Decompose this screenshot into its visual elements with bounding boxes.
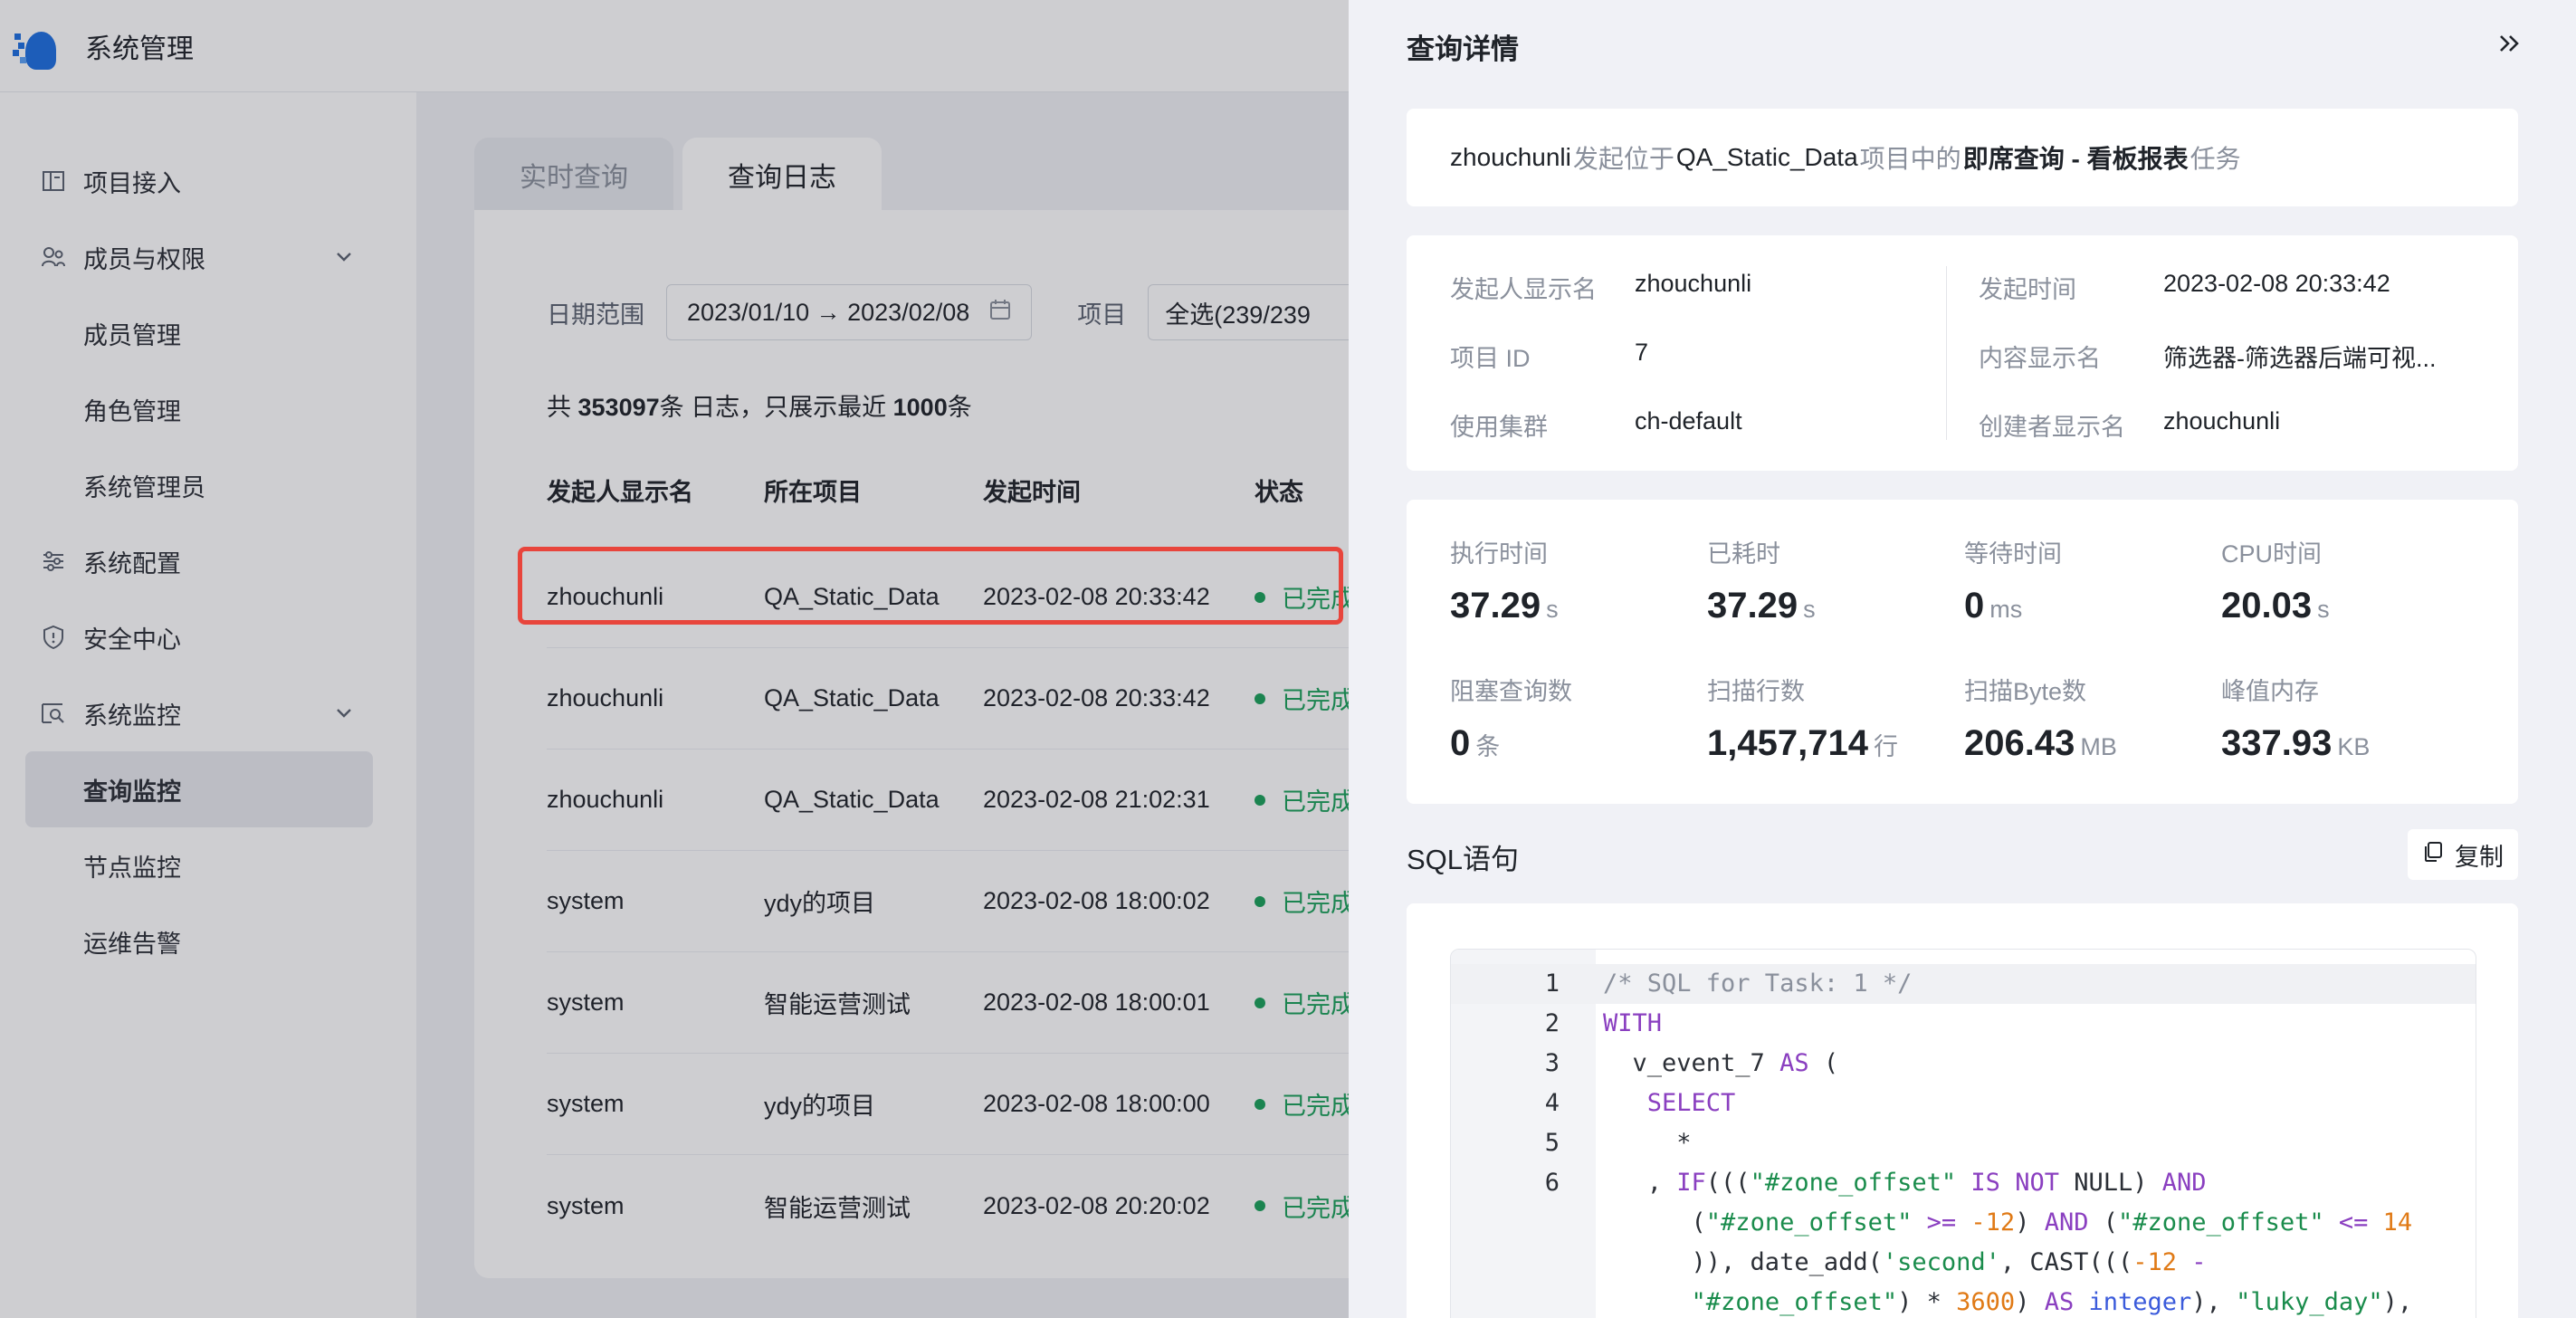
line-number: 6 bbox=[1544, 1169, 1560, 1197]
stat-value: 0 bbox=[1450, 723, 1471, 763]
code-line: )), date_add('second', CAST(((-12 - bbox=[1451, 1243, 2476, 1283]
meta-label: 项目 ID bbox=[1450, 345, 1531, 372]
meta-label: 使用集群 bbox=[1450, 414, 1548, 441]
sql-code-editor[interactable]: 1 /* SQL for Task: 1 */ 2 WITH 3 v_event_7… bbox=[1450, 949, 2476, 1318]
meta-value: 2023-02-08 20:33:42 bbox=[2163, 270, 2390, 297]
code-line: 5 * bbox=[1451, 1123, 2476, 1163]
stat-label: 扫描Byte数 bbox=[1964, 678, 2087, 705]
stat-value: 0 bbox=[1964, 586, 1985, 626]
stat-value: 20.03 bbox=[2221, 586, 2313, 626]
meta-label: 内容显示名 bbox=[1979, 345, 2101, 372]
code-line: 2 WITH bbox=[1451, 1004, 2476, 1044]
stat-value: 37.29 bbox=[1707, 586, 1798, 626]
sql-section-title: SQL语句 bbox=[1407, 844, 1520, 875]
info-user: zhouchunli bbox=[1450, 143, 1571, 171]
info-task: 即席查询 - 看板报表 bbox=[1962, 145, 2189, 173]
query-meta-card: 发起人显示名 zhouchunli 项目 ID 7 使用集群 ch-defaul… bbox=[1407, 235, 2518, 471]
meta-value: 7 bbox=[1635, 339, 1649, 366]
code-line: "#zone_offset") * 3600) AS integer), "lu… bbox=[1451, 1283, 2476, 1318]
line-number: 3 bbox=[1544, 1049, 1560, 1077]
info-text-3: 任务 bbox=[2190, 145, 2241, 173]
stat-unit: s bbox=[2317, 596, 2330, 623]
line-number: 2 bbox=[1544, 1009, 1560, 1037]
stat-unit: KB bbox=[2337, 733, 2371, 760]
stat-wait-time: 等待时间 0 ms bbox=[1964, 534, 2218, 626]
code-line: 4 SELECT bbox=[1451, 1084, 2476, 1123]
drawer-header: 查询详情 bbox=[1349, 0, 2576, 92]
line-number: 4 bbox=[1544, 1089, 1560, 1117]
stat-unit: ms bbox=[1989, 596, 2023, 623]
meta-divider bbox=[1946, 266, 1947, 440]
info-project: QA_Static_Data bbox=[1675, 143, 1858, 171]
stat-label: 已耗时 bbox=[1707, 540, 1780, 568]
line-number: 5 bbox=[1544, 1129, 1560, 1157]
meta-creator: 创建者显示名 zhouchunli bbox=[1979, 407, 2280, 443]
stat-unit: 条 bbox=[1475, 733, 1501, 760]
stat-unit: MB bbox=[2080, 733, 2117, 760]
query-stats-card: 执行时间 37.29 s 已耗时 37.29 s 等待时间 0 ms CPU时间 20… bbox=[1407, 500, 2518, 804]
copy-label: 复制 bbox=[2455, 843, 2504, 871]
sql-card: 1 /* SQL for Task: 1 */ 2 WITH 3 v_event_7… bbox=[1407, 903, 2518, 1318]
stat-label: 扫描行数 bbox=[1707, 678, 1805, 705]
code-text: * bbox=[1603, 1129, 1692, 1157]
code-text: WITH bbox=[1603, 1009, 1663, 1037]
meta-label: 发起时间 bbox=[1979, 276, 2076, 303]
stat-value: 37.29 bbox=[1450, 586, 1541, 626]
meta-initiator: 发起人显示名 zhouchunli bbox=[1450, 270, 1751, 305]
stat-peak-memory: 峰值内存 337.93 KB bbox=[2221, 672, 2475, 764]
selected-row-highlight bbox=[518, 547, 1343, 625]
meta-value: zhouchunli bbox=[2163, 407, 2281, 435]
meta-value: 筛选器-筛选器后端可视... bbox=[2163, 345, 2437, 372]
line-number: 1 bbox=[1544, 969, 1560, 998]
meta-project-id: 项目 ID 7 bbox=[1450, 339, 1648, 374]
stat-unit: 行 bbox=[1873, 733, 1898, 760]
meta-value: ch-default bbox=[1635, 407, 1742, 435]
copy-button[interactable]: 复制 bbox=[2408, 829, 2518, 880]
info-text-1: 发起位于 bbox=[1572, 145, 1674, 173]
code-text: )), date_add('second', CAST(((-12 - bbox=[1603, 1248, 2207, 1276]
stat-value: 337.93 bbox=[2221, 723, 2333, 763]
stat-elapsed: 已耗时 37.29 s bbox=[1707, 534, 1961, 626]
stat-label: 等待时间 bbox=[1964, 540, 2062, 568]
code-line: 1 /* SQL for Task: 1 */ bbox=[1451, 964, 2476, 1004]
query-info-card: zhouchunli 发起位于 QA_Static_Data 项目中的 即席查询… bbox=[1407, 109, 2518, 206]
stat-label: 阻塞查询数 bbox=[1450, 678, 1572, 705]
stat-unit: s bbox=[1803, 596, 1816, 623]
code-line: ("#zone_offset" >= -12) AND ("#zone_offs… bbox=[1451, 1203, 2476, 1243]
meta-label: 创建者显示名 bbox=[1979, 414, 2125, 441]
stat-unit: s bbox=[1546, 596, 1559, 623]
stat-exec-time: 执行时间 37.29 s bbox=[1450, 534, 1703, 626]
code-text: v_event_7 AS ( bbox=[1603, 1049, 1839, 1077]
stat-label: CPU时间 bbox=[2221, 540, 2323, 568]
drawer-title: 查询详情 bbox=[1407, 33, 1519, 65]
meta-content-name: 内容显示名 筛选器-筛选器后端可视... bbox=[1979, 339, 2437, 374]
code-line: 6 , IF((("#zone_offset" IS NOT NULL) AND bbox=[1451, 1163, 2476, 1203]
stat-scanned-rows: 扫描行数 1,457,714 行 bbox=[1707, 672, 1961, 764]
stat-blocked-queries: 阻塞查询数 0条 bbox=[1450, 672, 1703, 764]
meta-start-time: 发起时间 2023-02-08 20:33:42 bbox=[1979, 270, 2390, 305]
stat-value: 1,457,714 bbox=[1707, 723, 1868, 763]
code-text: SELECT bbox=[1603, 1089, 1736, 1117]
code-text: "#zone_offset") * 3600) AS integer), "lu… bbox=[1691, 1288, 2413, 1316]
stat-value: 206.43 bbox=[1964, 723, 2075, 763]
double-chevron-right-icon[interactable] bbox=[2498, 27, 2522, 62]
code-line: 3 v_event_7 AS ( bbox=[1451, 1044, 2476, 1084]
meta-label: 发起人显示名 bbox=[1450, 276, 1597, 303]
info-text-2: 项目中的 bbox=[1859, 145, 1961, 173]
code-text: ("#zone_offset" >= -12) AND ("#zone_offs… bbox=[1603, 1208, 2413, 1237]
meta-value: zhouchunli bbox=[1635, 270, 1752, 297]
copy-icon bbox=[2422, 841, 2444, 869]
modal-overlay[interactable] bbox=[0, 0, 1349, 1318]
stat-cpu-time: CPU时间 20.03 s bbox=[2221, 534, 2475, 626]
stat-label: 峰值内存 bbox=[2221, 678, 2319, 705]
stat-label: 执行时间 bbox=[1450, 540, 1548, 568]
code-text: /* SQL for Task: 1 */ bbox=[1603, 969, 1913, 998]
code-text: , IF((("#zone_offset" IS NOT NULL) AND bbox=[1603, 1169, 2207, 1197]
meta-cluster: 使用集群 ch-default bbox=[1450, 407, 1742, 443]
query-detail-drawer: 查询详情 zhouchunli 发起位于 QA_Static_Data 项目中的… bbox=[1349, 0, 2576, 1318]
stat-scanned-bytes: 扫描Byte数 206.43 MB bbox=[1964, 672, 2218, 764]
